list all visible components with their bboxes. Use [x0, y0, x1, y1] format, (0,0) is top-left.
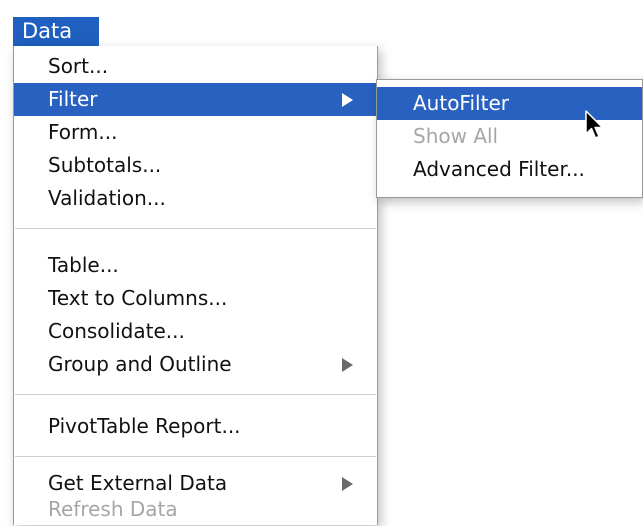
menu-item-label: Consolidate...: [48, 319, 185, 343]
menu-item-label: Table...: [48, 253, 119, 277]
submenu-item-advanced-filter[interactable]: Advanced Filter...: [377, 153, 642, 186]
menu-item-label: Group and Outline: [48, 352, 232, 376]
submenu-item-label: Show All: [413, 124, 499, 148]
menu-item-label: Get External Data: [48, 471, 228, 495]
menu-item-label: PivotTable Report...: [48, 414, 241, 438]
menu-item-subtotals[interactable]: Subtotals...: [14, 149, 377, 182]
menu-item-label: Subtotals...: [48, 153, 162, 177]
menu-item-label: Sort...: [48, 54, 109, 78]
menu-item-label: Validation...: [48, 186, 166, 210]
menu-separator: [15, 394, 376, 395]
menu-item-label: Text to Columns...: [48, 286, 228, 310]
menu-item-filter[interactable]: Filter: [14, 83, 377, 116]
menu-item-label: Refresh Data: [48, 497, 178, 521]
submenu-arrow-icon: [342, 477, 353, 491]
menubar-data[interactable]: Data: [13, 17, 99, 46]
menu-item-group-and-outline[interactable]: Group and Outline: [14, 348, 377, 381]
data-menu: Sort... Filter Form... Subtotals... Vali…: [13, 46, 378, 525]
submenu-arrow-icon: [342, 93, 353, 107]
menu-separator: [15, 228, 376, 229]
menu-item-consolidate[interactable]: Consolidate...: [14, 315, 377, 348]
menu-item-pivottable-report[interactable]: PivotTable Report...: [14, 410, 377, 443]
menu-item-table[interactable]: Table...: [14, 249, 377, 282]
menu-item-label: Filter: [48, 87, 98, 111]
menu-separator: [15, 456, 376, 457]
submenu-item-label: AutoFilter: [413, 91, 509, 115]
menu-item-form[interactable]: Form...: [14, 116, 377, 149]
menu-item-sort[interactable]: Sort...: [14, 50, 377, 83]
menu-item-validation[interactable]: Validation...: [14, 182, 377, 215]
menu-item-text-to-columns[interactable]: Text to Columns...: [14, 282, 377, 315]
submenu-item-label: Advanced Filter...: [413, 157, 585, 181]
mouse-pointer-icon: [585, 110, 604, 139]
menu-item-label: Form...: [48, 120, 118, 144]
menu-item-refresh-data: Refresh Data: [14, 493, 377, 526]
submenu-arrow-icon: [342, 358, 353, 372]
